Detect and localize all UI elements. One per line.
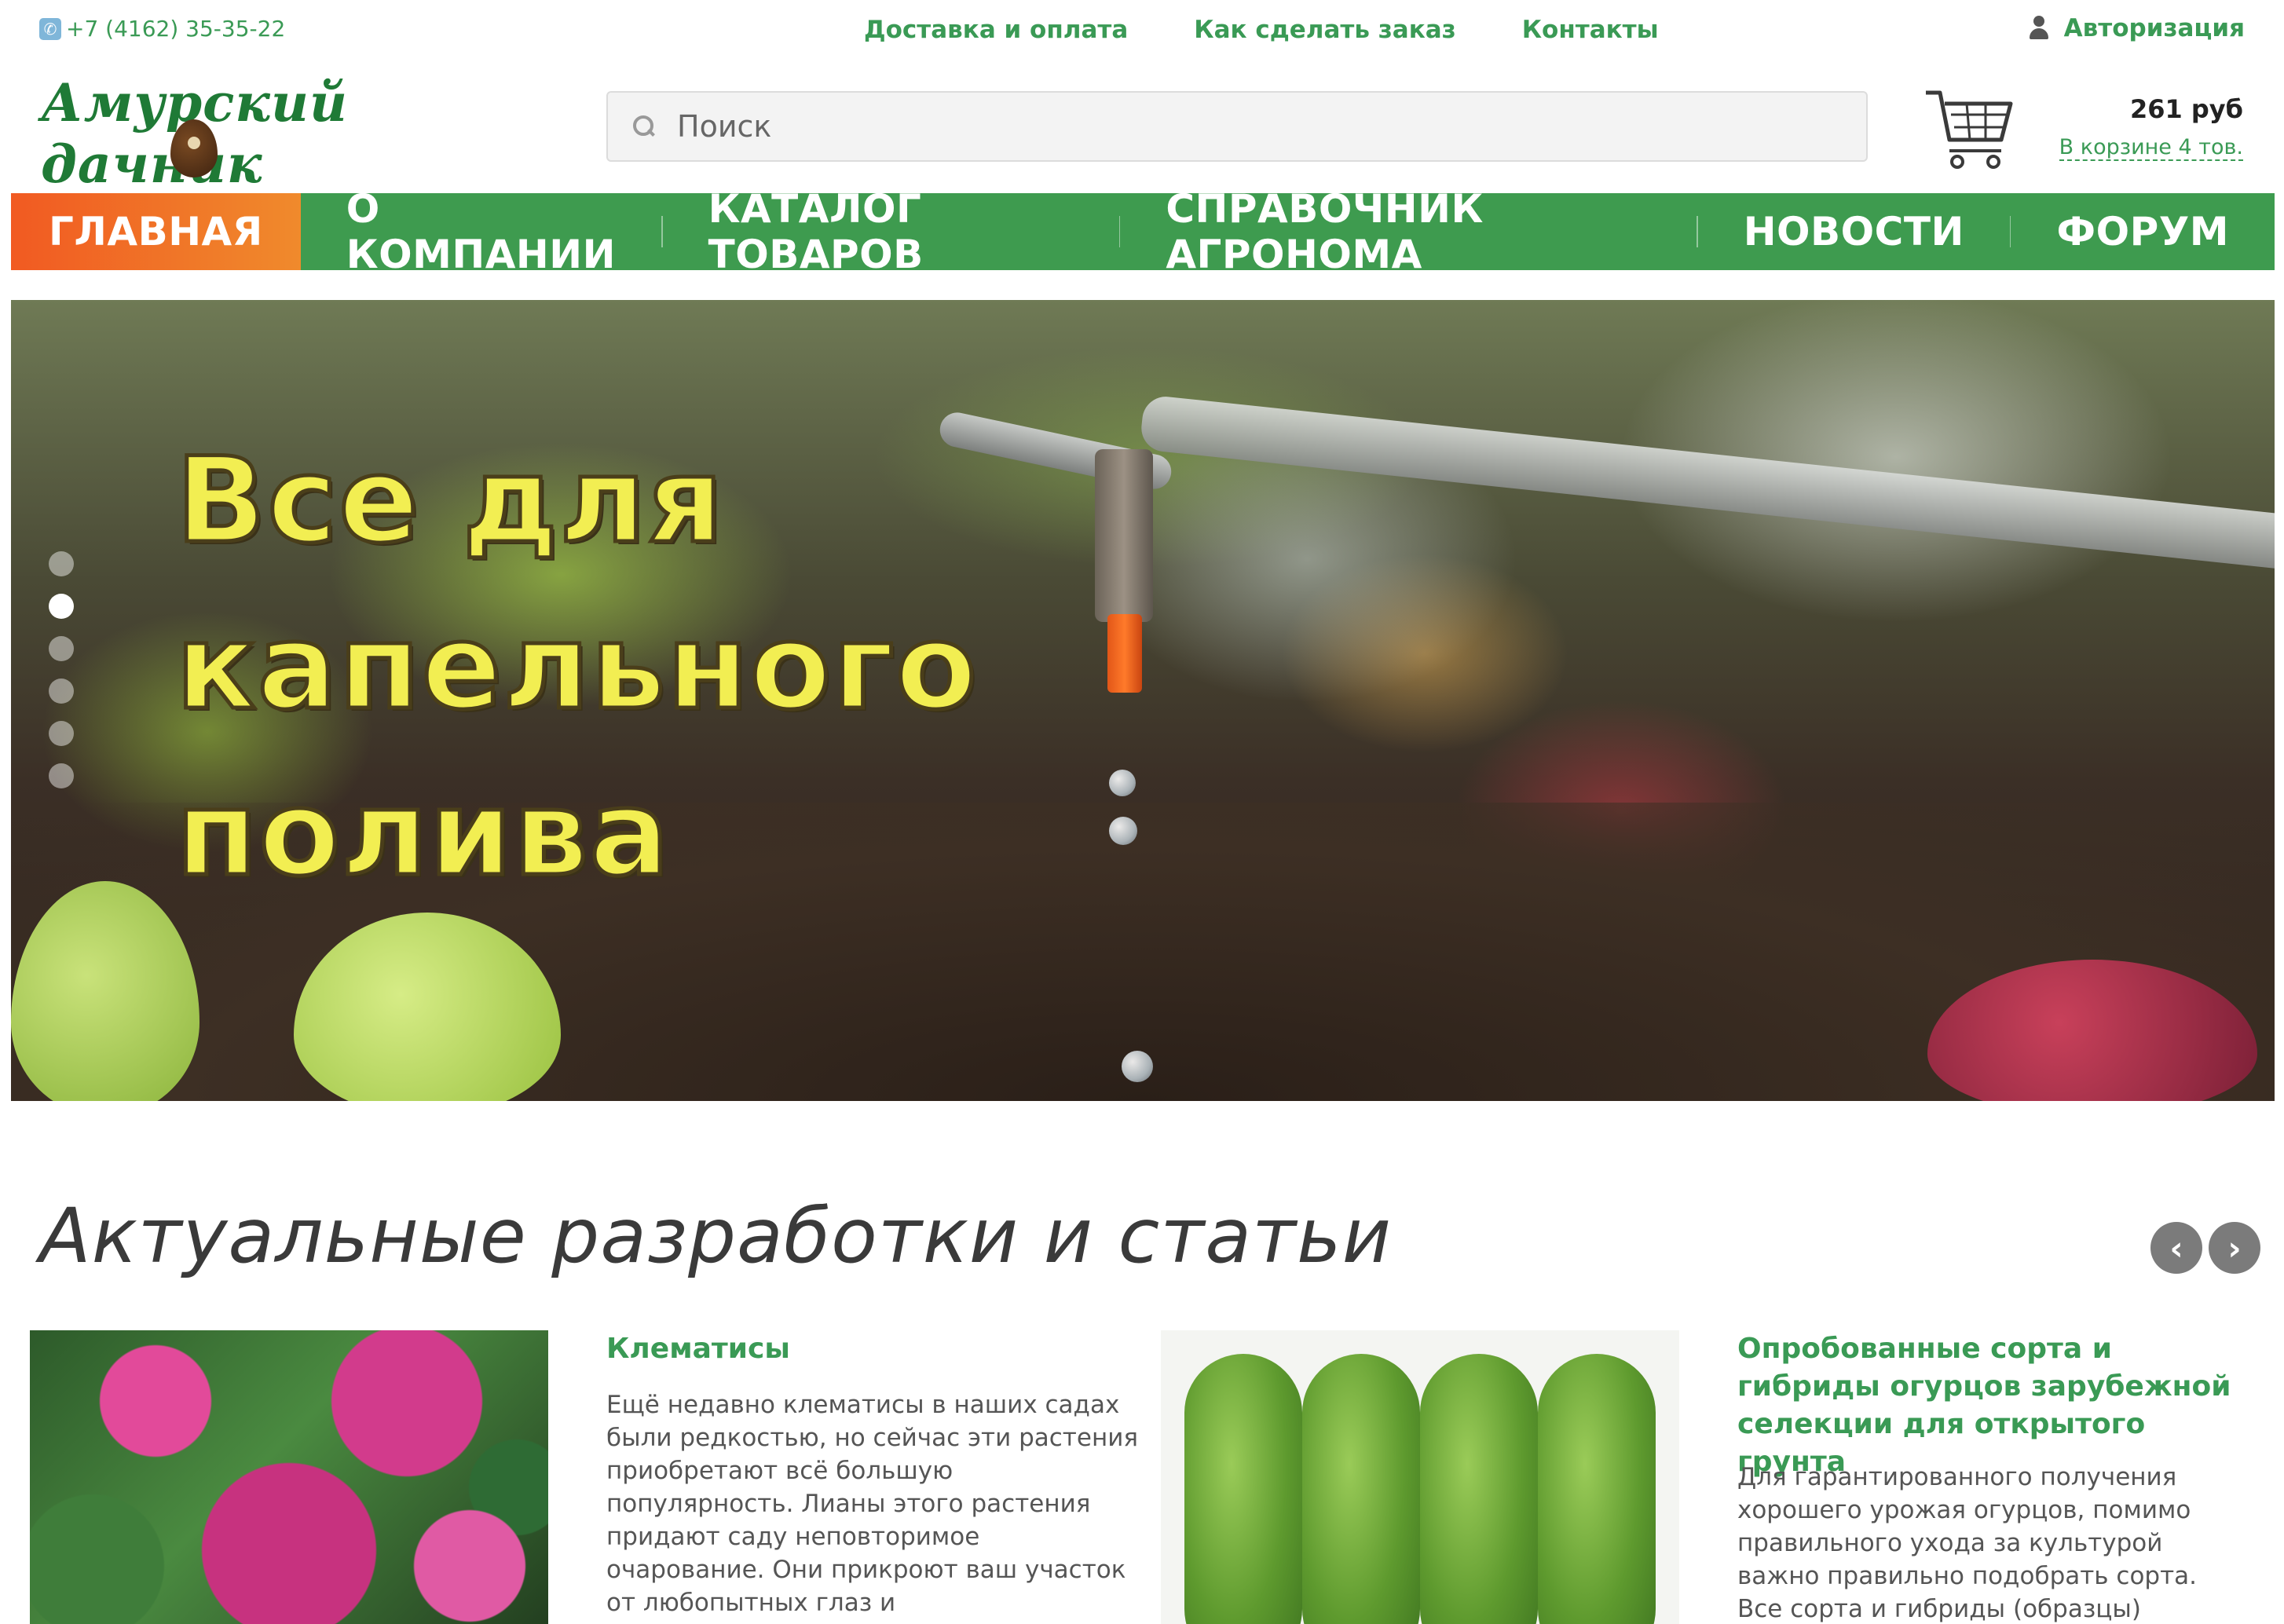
top-bar: ✆ +7 (4162) 35-35-22 Доставка и оплата К… (0, 0, 2284, 63)
prev-arrow-icon[interactable]: ‹ (2150, 1222, 2202, 1274)
cart-count-link[interactable]: В корзине 4 тов. (2059, 135, 2243, 161)
article-title[interactable]: Клематисы (606, 1330, 1140, 1368)
menu-item-news[interactable]: НОВОСТИ (1698, 193, 2010, 270)
next-arrow-icon[interactable]: › (2209, 1222, 2260, 1274)
main-menu: ГЛАВНАЯ О КОМПАНИИ КАТАЛОГ ТОВАРОВ СПРАВ… (11, 186, 2275, 277)
cart-summary[interactable]: 261 руб В корзине 4 тов. (2059, 94, 2243, 161)
hero-slider[interactable]: Все для капельного полива (11, 300, 2275, 1101)
search-input[interactable] (677, 109, 1777, 144)
hero-headline: Все для капельного полива (174, 418, 1040, 917)
user-icon (2028, 16, 2050, 41)
cucumber (1184, 1354, 1302, 1624)
article-image-cucumbers[interactable] (1161, 1330, 1679, 1624)
phone-icon: ✆ (39, 17, 61, 40)
auth-label: Авторизация (2063, 14, 2245, 42)
hero-headline-line: Все для (174, 431, 726, 572)
slider-dots (49, 551, 74, 788)
hero-dripper-nozzle (1107, 614, 1142, 693)
menu-item-catalog[interactable]: КАТАЛОГ ТОВАРОВ (663, 186, 1119, 277)
cart-icon[interactable] (1923, 85, 2017, 171)
search-icon[interactable] (633, 115, 655, 137)
cucumber (1538, 1354, 1656, 1624)
site-logo[interactable]: Амурский дачник (41, 72, 496, 195)
article-title[interactable]: Опробованные сорта и гибриды огурцов зар… (1737, 1330, 2256, 1481)
articles-section-title: Актуальные разработки и статьи (39, 1192, 1392, 1280)
phone-number: +7 (4162) 35-35-22 (66, 16, 286, 42)
hero-dripper (1095, 449, 1153, 622)
hero-pipe (1139, 394, 2275, 572)
phone-contact[interactable]: ✆ +7 (4162) 35-35-22 (39, 16, 285, 42)
slider-dot[interactable] (49, 551, 74, 576)
article-excerpt: Для гарантированного получения хорошего … (1737, 1463, 2198, 1623)
slider-dot[interactable] (49, 763, 74, 788)
top-links: Доставка и оплата Как сделать заказ Конт… (864, 16, 1659, 44)
search-box (606, 91, 1868, 162)
hero-headline-line: полива (174, 764, 672, 905)
menu-item-agronomist-guide[interactable]: СПРАВОЧНИК АГРОНОМА (1120, 186, 1697, 277)
slider-dot[interactable] (49, 721, 74, 746)
cucumber (1420, 1354, 1538, 1624)
water-drop (1109, 770, 1136, 796)
water-drop (1122, 1051, 1153, 1082)
articles-nav: ‹ › (2150, 1222, 2260, 1274)
slider-dot-active[interactable] (49, 594, 74, 619)
water-drop (1109, 817, 1137, 845)
cart-total: 261 руб (2129, 94, 2243, 124)
article-excerpt: Ещё недавно клематисы в наших садах были… (606, 1391, 1139, 1617)
link-how-to-order[interactable]: Как сделать заказ (1194, 16, 1455, 44)
menu-item-forum[interactable]: ФОРУМ (2011, 193, 2275, 270)
link-contacts[interactable]: Контакты (1522, 16, 1659, 44)
auth-link[interactable]: Авторизация (2028, 14, 2245, 42)
article-image-clematis[interactable] (30, 1330, 548, 1624)
cucumber (1302, 1354, 1420, 1624)
hero-headline-line: капельного (174, 598, 979, 738)
slider-dot[interactable] (49, 678, 74, 704)
slider-dot[interactable] (49, 636, 74, 661)
menu-item-home[interactable]: ГЛАВНАЯ (11, 193, 301, 270)
link-delivery-payment[interactable]: Доставка и оплата (864, 16, 1128, 44)
menu-item-about[interactable]: О КОМПАНИИ (301, 186, 661, 277)
